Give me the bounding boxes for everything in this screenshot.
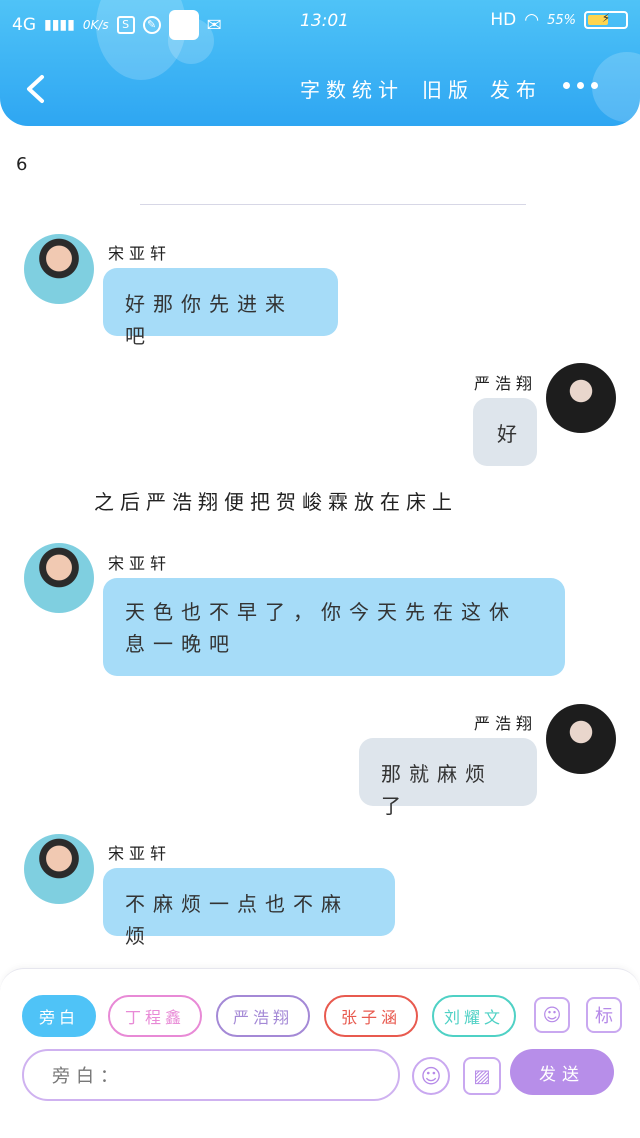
signal-icon: ▮▮▮▮: [44, 17, 75, 33]
avatar[interactable]: [24, 834, 94, 904]
sender-name: 严浩翔: [474, 374, 538, 393]
avatar[interactable]: [546, 363, 616, 433]
sender-name: 宋亚轩: [108, 244, 172, 263]
role-chip-2[interactable]: 严浩翔: [216, 995, 310, 1037]
header: 4G ▮▮▮▮ 0K/s S ✎ ✉ 13:01 HD ◠ 55% ⚡ 字数统计…: [0, 0, 640, 126]
role-chip-3[interactable]: 张子涵: [324, 995, 418, 1037]
s-icon: S: [116, 16, 135, 34]
role-chip-narrator[interactable]: 旁白: [22, 995, 96, 1037]
clock: 13:01: [300, 11, 349, 31]
word-count-tab[interactable]: 字数统计: [300, 74, 404, 103]
role-chip-1[interactable]: 丁程鑫: [108, 995, 202, 1037]
more-icon[interactable]: [563, 82, 598, 89]
avatar[interactable]: [24, 543, 94, 613]
narration-input[interactable]: 旁白：: [22, 1049, 400, 1101]
chat-screen: 4G ▮▮▮▮ 0K/s S ✎ ✉ 13:01 HD ◠ 55% ⚡ 字数统计…: [0, 0, 640, 1138]
message-bubble[interactable]: 好那你先进来吧: [103, 268, 338, 348]
avatar[interactable]: [546, 704, 616, 774]
nav-bar: 字数统计 旧版 发布: [0, 60, 640, 120]
white-square-icon: [168, 10, 199, 40]
message-bubble[interactable]: 不麻烦一点也不麻烦: [103, 868, 395, 948]
image-icon[interactable]: ▨: [463, 1057, 501, 1095]
send-button[interactable]: 发送: [510, 1049, 614, 1095]
publish-tab[interactable]: 发布: [490, 74, 542, 103]
wifi-icon: ◠: [524, 10, 540, 30]
message-bubble[interactable]: 天色也不早了，你今天先在这休息一晚吧: [103, 578, 565, 676]
user-card-icon[interactable]: ☺: [534, 997, 570, 1033]
sender-name: 宋亚轩: [108, 554, 172, 573]
battery-label: 55%: [547, 12, 576, 28]
network-label: 4G: [12, 15, 36, 35]
battery-icon: ⚡: [584, 11, 628, 29]
message-bubble[interactable]: 那就麻烦了: [359, 738, 537, 818]
message-count: 6: [16, 154, 28, 175]
hd-label: HD: [490, 10, 517, 30]
back-arrow-icon[interactable]: [22, 74, 48, 104]
divider: [140, 204, 526, 205]
role-chip-4[interactable]: 刘耀文: [432, 995, 516, 1037]
mark-icon[interactable]: 标: [586, 997, 622, 1033]
speed-label: 0K/s: [82, 18, 109, 32]
sender-name: 严浩翔: [474, 714, 538, 733]
old-version-tab[interactable]: 旧版: [422, 74, 474, 103]
narration-text[interactable]: 之后严浩翔便把贺峻霖放在床上: [94, 486, 458, 515]
sender-name: 宋亚轩: [108, 844, 172, 863]
avatar[interactable]: [24, 234, 94, 304]
message-bubble[interactable]: 好: [473, 398, 537, 466]
palette-icon: ✎: [142, 16, 161, 34]
wechat-icon: ✉: [206, 14, 222, 36]
status-bar: 4G ▮▮▮▮ 0K/s S ✎ ✉ 13:01 HD ◠ 55% ⚡: [0, 0, 640, 44]
composer-panel: 旁白 丁程鑫 严浩翔 张子涵 刘耀文 ☺ 标 旁白： ☺ ▨ 发送: [0, 968, 640, 1138]
emoji-icon[interactable]: ☺: [412, 1057, 450, 1095]
